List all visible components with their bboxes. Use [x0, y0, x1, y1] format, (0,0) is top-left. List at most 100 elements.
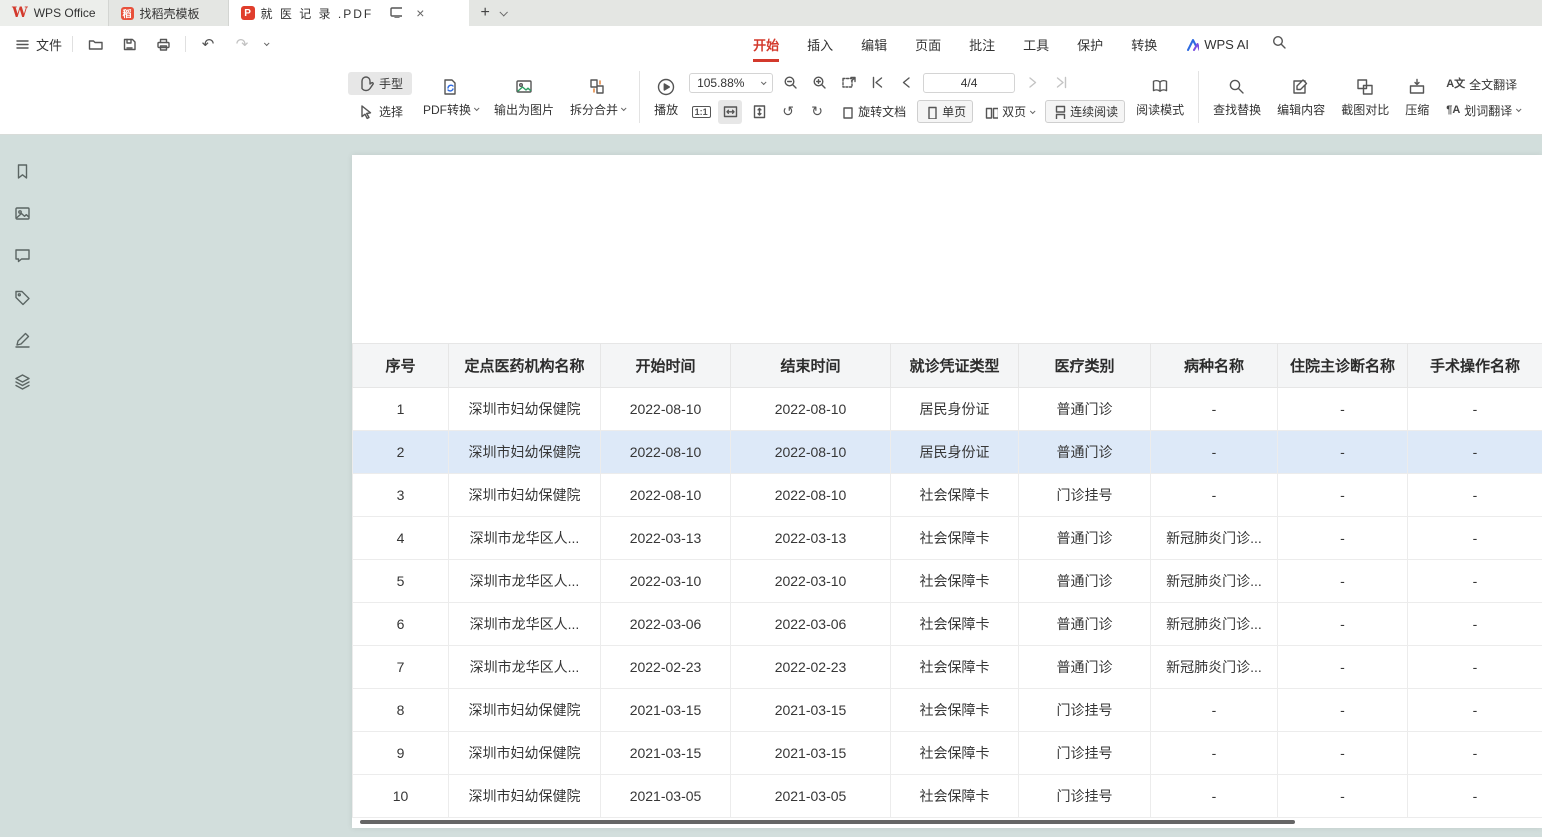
double-page-button[interactable]: 双页 [978, 101, 1040, 122]
zoom-out-button[interactable] [778, 71, 802, 95]
select-tool-button[interactable]: 选择 [348, 100, 412, 123]
rotate-doc-label: 旋转文档 [858, 103, 906, 120]
pdf-page[interactable]: 序号定点医药机构名称开始时间结束时间就诊凭证类型医疗类别病种名称住院主诊断名称手… [352, 155, 1542, 828]
tab-edit[interactable]: 编辑 [861, 26, 887, 62]
column-header: 定点医药机构名称 [449, 344, 601, 388]
table-cell: 深圳市妇幼保健院 [449, 388, 601, 431]
rotate-left-button[interactable]: ↺ [776, 100, 800, 124]
tab-tools[interactable]: 工具 [1023, 26, 1049, 62]
continuous-read-button[interactable]: 连续阅读 [1045, 100, 1125, 123]
tab-list-chevron-icon[interactable] [499, 8, 507, 16]
last-page-button[interactable] [1049, 71, 1073, 95]
ribbon-tabs: 开始 插入 编辑 页面 批注 工具 保护 转换 [753, 26, 1157, 62]
close-icon[interactable]: × [416, 5, 424, 21]
tab-convert[interactable]: 转换 [1131, 26, 1157, 62]
read-mode-button[interactable]: 阅读模式 [1131, 75, 1189, 120]
edit-content-button[interactable]: 编辑内容 [1272, 75, 1330, 120]
tab-insert[interactable]: 插入 [807, 26, 833, 62]
search-icon [1271, 34, 1288, 51]
table-row[interactable]: 9深圳市妇幼保健院2021-03-152021-03-15社会保障卡门诊挂号--… [353, 732, 1542, 775]
next-page-button[interactable] [1020, 71, 1044, 95]
signature-panel-button[interactable] [8, 325, 36, 353]
ribbon-search-button[interactable] [1271, 34, 1288, 54]
print-button[interactable] [151, 32, 175, 56]
export-image-label: 输出为图片 [494, 101, 554, 118]
file-menu-button[interactable]: 文件 [14, 35, 62, 54]
split-merge-button[interactable]: 拆分合并 [565, 75, 630, 120]
full-translate-button[interactable]: A文 全文翻译 [1440, 74, 1526, 95]
printer-icon [155, 36, 172, 53]
table-cell: - [1151, 388, 1278, 431]
save-button[interactable] [117, 32, 141, 56]
word-translate-icon: ¶A [1446, 105, 1460, 116]
new-tab-button[interactable]: + [481, 5, 490, 21]
tab-page[interactable]: 页面 [915, 26, 941, 62]
table-row[interactable]: 5深圳市龙华区人...2022-03-102022-03-10社会保障卡普通门诊… [353, 560, 1542, 603]
table-row[interactable]: 8深圳市妇幼保健院2021-03-152021-03-15社会保障卡门诊挂号--… [353, 689, 1542, 732]
table-row[interactable]: 2深圳市妇幼保健院2022-08-102022-08-10居民身份证普通门诊--… [353, 431, 1542, 474]
actual-size-button[interactable]: 1:1 [689, 100, 713, 124]
comment-panel-button[interactable] [8, 241, 36, 269]
layout-row: 1:1 ↺ ↻ 旋转文档 单页 双页 [689, 100, 1125, 124]
table-row[interactable]: 3深圳市妇幼保健院2022-08-102022-08-10社会保障卡门诊挂号--… [353, 474, 1542, 517]
table-row[interactable]: 1深圳市妇幼保健院2022-08-102022-08-10居民身份证普通门诊--… [353, 388, 1542, 431]
bookmark-panel-button[interactable] [8, 157, 36, 185]
play-button[interactable]: 播放 [649, 75, 683, 120]
compress-button[interactable]: 压缩 [1400, 75, 1434, 120]
tab-annotate[interactable]: 批注 [969, 26, 995, 62]
table-cell: 4 [353, 517, 449, 560]
table-row[interactable]: 4深圳市龙华区人...2022-03-132022-03-13社会保障卡普通门诊… [353, 517, 1542, 560]
prev-page-button[interactable] [894, 71, 918, 95]
folder-icon [87, 36, 104, 53]
rotate-right-icon: ↻ [811, 103, 823, 120]
pdf-file-icon: P [241, 6, 255, 20]
monitor-icon [389, 5, 402, 21]
layers-panel-button[interactable] [8, 367, 36, 395]
pdf-convert-button[interactable]: PDF转换 [418, 75, 483, 120]
separator [639, 71, 640, 123]
edit-content-label: 编辑内容 [1277, 101, 1325, 118]
snapshot-button[interactable] [836, 71, 860, 95]
table-cell: 5 [353, 560, 449, 603]
horizontal-scrollbar[interactable] [360, 820, 1295, 824]
redo-button[interactable]: ↷ [230, 32, 254, 56]
table-cell: 门诊挂号 [1019, 474, 1151, 517]
table-cell: 2022-08-10 [601, 474, 731, 517]
prev-page-icon [898, 74, 915, 91]
zoom-in-button[interactable] [807, 71, 831, 95]
undo-button[interactable]: ↶ [196, 32, 220, 56]
app-tab-document[interactable]: P 就 医 记 录 .PDF × [229, 0, 469, 26]
fit-width-button[interactable] [718, 100, 742, 124]
table-row[interactable]: 6深圳市龙华区人...2022-03-062022-03-06社会保障卡普通门诊… [353, 603, 1542, 646]
first-page-button[interactable] [865, 71, 889, 95]
word-translate-button[interactable]: ¶A 划词翻译 [1440, 100, 1526, 121]
table-row[interactable]: 10深圳市妇幼保健院2021-03-052021-03-05社会保障卡门诊挂号-… [353, 775, 1542, 818]
table-row[interactable]: 7深圳市龙华区人...2022-02-232022-02-23社会保障卡普通门诊… [353, 646, 1542, 689]
tab-protect[interactable]: 保护 [1077, 26, 1103, 62]
hand-tool-button[interactable]: 手型 [348, 72, 412, 95]
rotate-doc-button[interactable]: 旋转文档 [834, 101, 912, 122]
screenshot-compare-button[interactable]: 截图对比 [1336, 75, 1394, 120]
history-chevron-icon[interactable] [264, 40, 270, 46]
zoom-select[interactable]: 105.88% [689, 73, 773, 93]
column-header: 住院主诊断名称 [1278, 344, 1408, 388]
single-page-icon [924, 105, 938, 119]
wps-ai-button[interactable]: WPS AI [1185, 37, 1249, 52]
tag-panel-button[interactable] [8, 283, 36, 311]
double-page-label: 双页 [1002, 103, 1026, 120]
page-indicator[interactable]: 4/4 [923, 73, 1015, 93]
app-tab-wps-office[interactable]: W WPS Office [0, 0, 109, 26]
fit-page-button[interactable] [747, 100, 771, 124]
app-tab-template[interactable]: 稻 找稻壳模板 [109, 0, 229, 26]
find-replace-button[interactable]: 查找替换 [1208, 75, 1266, 120]
export-image-button[interactable]: 输出为图片 [489, 75, 559, 120]
tab-start[interactable]: 开始 [753, 26, 779, 62]
rotate-right-button[interactable]: ↻ [805, 100, 829, 124]
single-page-button[interactable]: 单页 [917, 100, 973, 123]
thumbnail-panel-button[interactable] [8, 199, 36, 227]
table-cell: - [1278, 431, 1408, 474]
open-file-button[interactable] [83, 32, 107, 56]
chevron-down-icon [761, 79, 767, 85]
table-cell: 2022-03-10 [731, 560, 891, 603]
table-cell: - [1278, 646, 1408, 689]
